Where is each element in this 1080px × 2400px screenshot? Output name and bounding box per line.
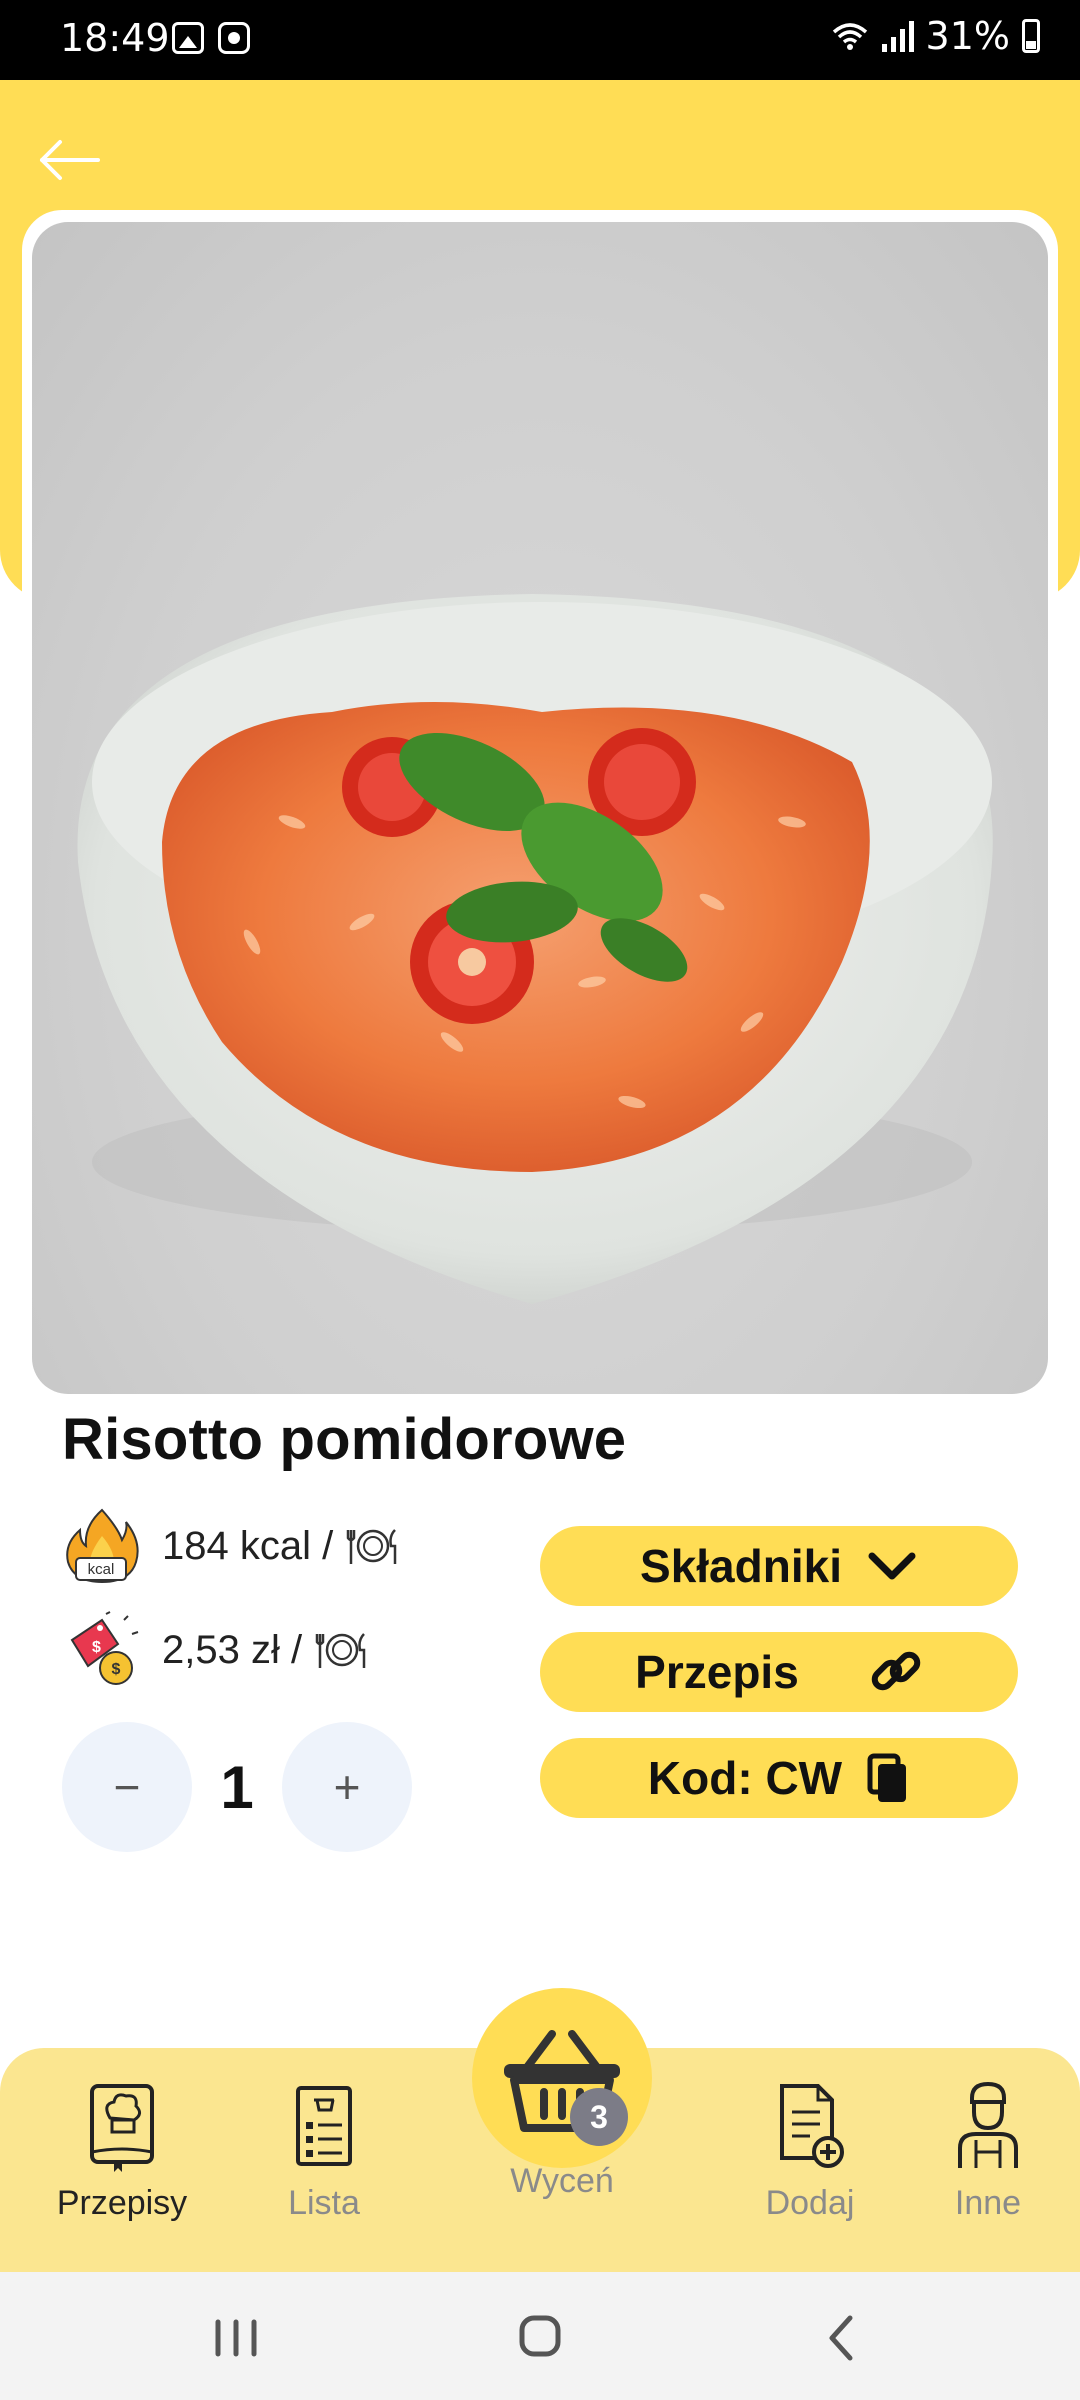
ingredients-label: Składniki bbox=[640, 1540, 842, 1592]
nav-label-add: Dodaj bbox=[765, 2184, 855, 2222]
shopping-list-icon bbox=[296, 2086, 352, 2166]
status-bar: 18:49 31% bbox=[0, 0, 1080, 80]
calories-row: kcal 184 kcal / bbox=[62, 1506, 401, 1586]
decrement-button[interactable]: − bbox=[62, 1722, 192, 1852]
calories-flame-icon: kcal bbox=[66, 1508, 139, 1584]
nav-label-other: Inne bbox=[954, 2184, 1022, 2222]
cost-value: 2,53 zł / bbox=[162, 1627, 303, 1672]
plate-cutlery-icon bbox=[346, 1529, 397, 1564]
basket-icon bbox=[504, 2030, 620, 2132]
add-document-icon bbox=[780, 2084, 844, 2168]
svg-text:$: $ bbox=[92, 1639, 101, 1656]
code-copy-button[interactable]: Kod: CW bbox=[540, 1738, 1018, 1818]
nav-item-add[interactable]: Dodaj bbox=[720, 2078, 900, 2223]
recipe-photo bbox=[32, 222, 1048, 1394]
chevron-down-icon bbox=[868, 1552, 916, 1580]
nav-label-list: Lista bbox=[288, 2184, 360, 2222]
svg-text:kcal: kcal bbox=[88, 1561, 115, 1578]
back-chevron-icon bbox=[829, 2315, 853, 2361]
recipe-title: Risotto pomidorowe bbox=[62, 1407, 627, 1472]
quantity-value: 1 bbox=[220, 1753, 254, 1821]
recipe-link-label: Przepis bbox=[635, 1646, 799, 1698]
ingredients-button[interactable]: Składniki bbox=[540, 1526, 1018, 1606]
clock-notification-icon bbox=[218, 22, 250, 54]
arrow-left-icon bbox=[40, 140, 100, 180]
battery-percent: 31% bbox=[925, 14, 1010, 58]
battery-icon bbox=[1022, 19, 1040, 53]
recipe-card: Risotto pomidorowe kcal 184 kcal / $ $ 2… bbox=[22, 210, 1058, 2050]
calories-value: 184 kcal / bbox=[162, 1523, 334, 1568]
svg-text:$: $ bbox=[112, 1661, 121, 1678]
image-notification-icon bbox=[172, 22, 204, 54]
quantity-stepper: − 1 + bbox=[62, 1722, 412, 1852]
recent-apps-icon bbox=[215, 2319, 257, 2357]
recipe-link-button[interactable]: Przepis bbox=[540, 1632, 1018, 1712]
nav-label-recipes: Przepisy bbox=[56, 2184, 188, 2222]
chef-person-icon bbox=[958, 2081, 1018, 2168]
code-label: Kod: CW bbox=[647, 1752, 843, 1804]
home-button[interactable] bbox=[500, 2302, 580, 2372]
system-back-button[interactable] bbox=[802, 2302, 882, 2372]
copy-icon bbox=[867, 1753, 907, 1802]
cookbook-icon bbox=[90, 2084, 154, 2172]
plate-cutlery-icon bbox=[315, 1633, 366, 1668]
nav-item-other[interactable]: Inne bbox=[898, 2078, 1078, 2223]
wifi-icon bbox=[830, 16, 870, 56]
recent-apps-button[interactable] bbox=[196, 2302, 276, 2372]
basket-fab-button[interactable] bbox=[472, 1988, 652, 2168]
signal-icon bbox=[880, 18, 916, 54]
back-button[interactable] bbox=[36, 130, 106, 190]
home-icon bbox=[519, 2315, 561, 2357]
cost-row: $ $ 2,53 zł / bbox=[62, 1610, 370, 1690]
nav-label-price: Wyceń bbox=[510, 2162, 614, 2200]
system-navigation-bar bbox=[0, 2272, 1080, 2400]
nav-item-list[interactable]: Lista bbox=[234, 2078, 414, 2223]
basket-count-badge: 3 bbox=[570, 2088, 628, 2146]
status-time: 18:49 bbox=[60, 16, 170, 60]
price-tag-icon: $ $ bbox=[70, 1611, 139, 1685]
link-icon bbox=[871, 1651, 921, 1691]
increment-button[interactable]: + bbox=[282, 1722, 412, 1852]
nav-item-recipes[interactable]: Przepisy bbox=[32, 2078, 212, 2223]
